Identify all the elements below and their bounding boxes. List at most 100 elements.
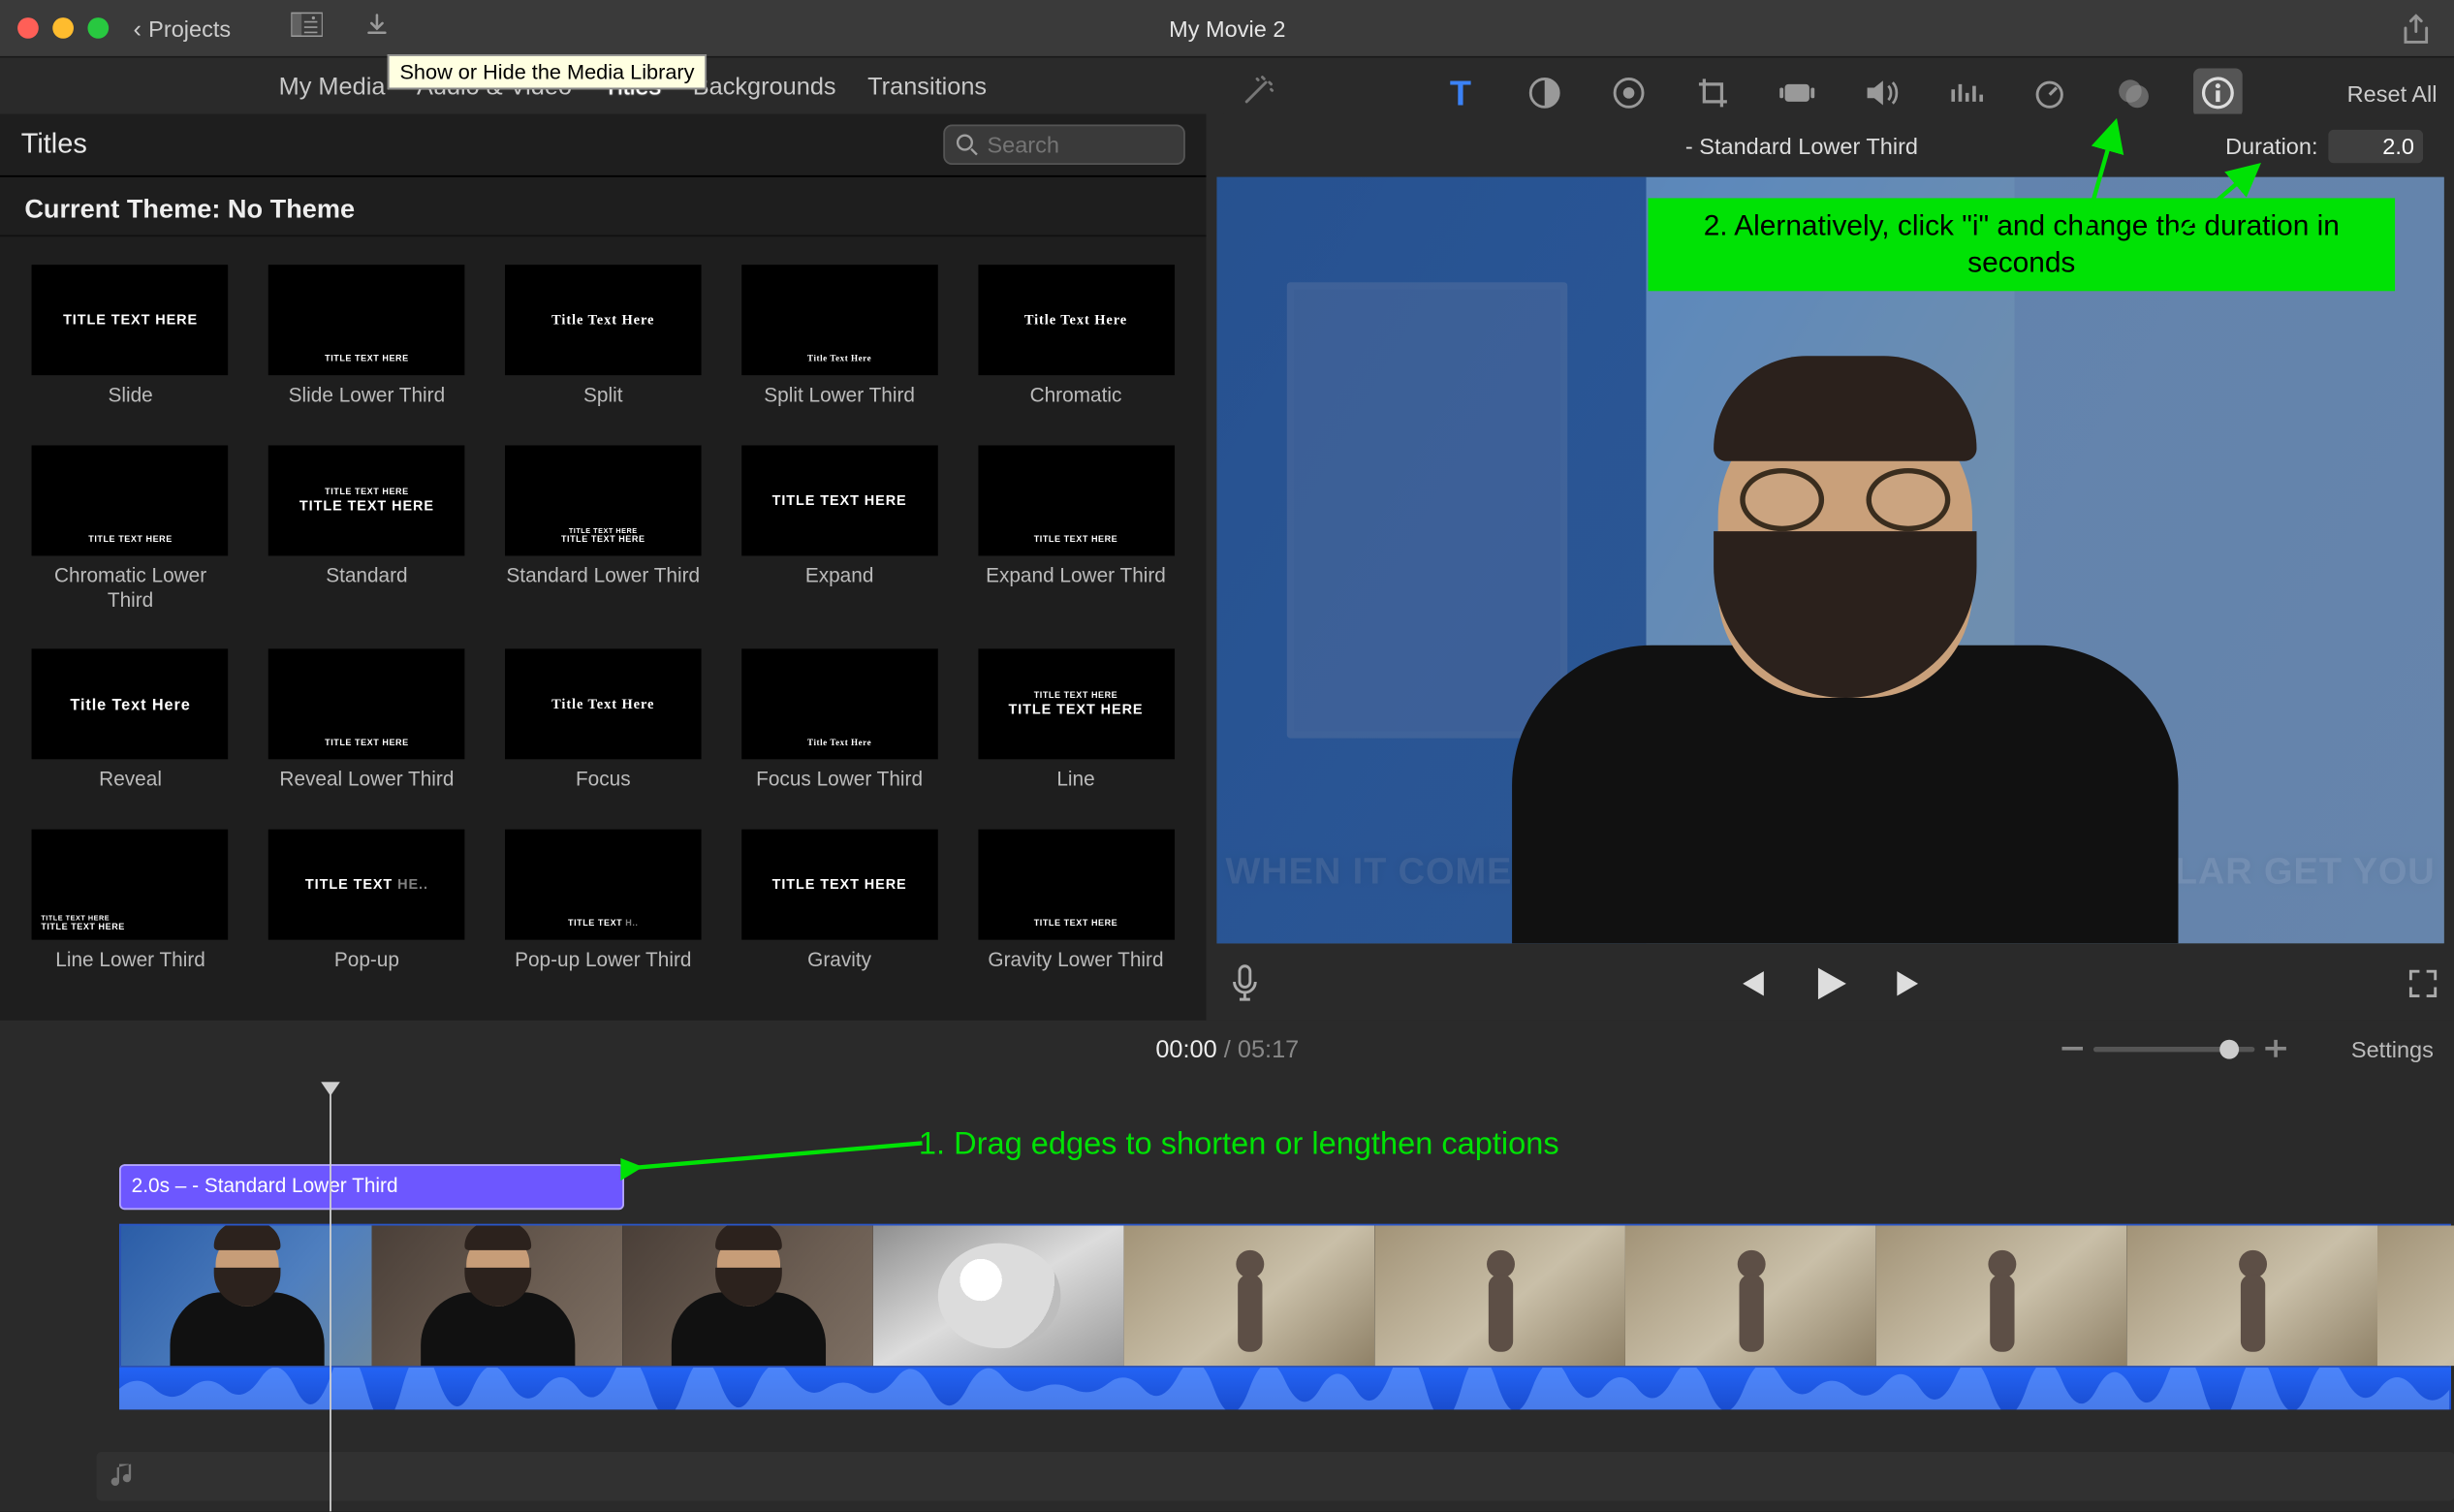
title-preset[interactable]: TITLE TEXT HEREExpand Lower Third <box>962 445 1188 614</box>
timeline-settings-button[interactable]: Settings <box>2351 1035 2434 1061</box>
title-preset-label: Expand Lower Third <box>986 566 1166 590</box>
back-to-projects-button[interactable]: ‹ Projects <box>133 14 231 42</box>
svg-text:T: T <box>1450 76 1471 110</box>
title-thumbnail: TITLE TEXT HERETITLE TEXT HERE <box>505 445 702 555</box>
annotation-arrow-2a <box>2069 115 2139 256</box>
timeline-thumbnail <box>622 1225 873 1366</box>
title-preset-label: Chromatic <box>1030 386 1122 410</box>
timeline-thumbnail <box>1625 1225 1876 1366</box>
title-preset[interactable]: TITLE TEXT H.. Pop-up Lower Third <box>490 830 716 975</box>
titles-grid: TITLE TEXT HERESlideTITLE TEXT HERESlide… <box>0 236 1207 1021</box>
title-thumbnail: Title Text Here <box>505 649 702 760</box>
timeline-zoom-slider[interactable] <box>2061 1040 2286 1057</box>
effects-icon[interactable] <box>2109 69 2158 118</box>
timeline-thumbnail <box>2126 1225 2377 1366</box>
prev-frame-button[interactable] <box>1732 967 1767 1008</box>
title-preset[interactable]: TITLE TEXT HERETITLE TEXT HERELine Lower… <box>17 830 243 975</box>
enhance-wand-icon[interactable] <box>1242 71 1276 114</box>
tab-my-media[interactable]: My Media <box>263 72 400 100</box>
color-balance-icon[interactable] <box>1520 69 1569 118</box>
title-preset[interactable]: TITLE TEXT HE.. Pop-up <box>254 830 480 975</box>
title-preset[interactable]: Title Text HereSplit <box>490 265 716 410</box>
transport-bar <box>1207 954 2454 1021</box>
inspector-toolbar: T <box>1436 69 2243 118</box>
title-thumbnail: Title Text Here <box>741 265 938 375</box>
timeline-thumbnail <box>873 1225 1124 1366</box>
audio-track[interactable] <box>119 1368 2451 1409</box>
zoom-out-icon <box>2061 1040 2083 1057</box>
search-input[interactable] <box>987 132 1173 158</box>
title-preset-label: Split <box>583 386 622 410</box>
play-button[interactable] <box>1813 963 1848 1011</box>
video-track[interactable] <box>119 1224 2451 1368</box>
crop-icon[interactable] <box>1688 69 1738 118</box>
title-preset[interactable]: TITLE TEXT HEREChromatic Lower Third <box>17 445 243 614</box>
share-icon[interactable] <box>2402 14 2430 54</box>
speed-icon[interactable] <box>2025 69 2074 118</box>
info-icon[interactable] <box>2193 69 2243 118</box>
reset-all-button[interactable]: Reset All <box>2347 79 2438 106</box>
window-titlebar: ‹ Projects My Movie 2 <box>0 0 2454 58</box>
title-thumbnail: TITLE TEXT HERE <box>32 265 229 375</box>
search-field[interactable] <box>943 124 1185 165</box>
fullscreen-window-button[interactable] <box>87 17 109 39</box>
title-preset[interactable]: TITLE TEXT HERETITLE TEXT HEREStandard <box>254 445 480 614</box>
title-preset[interactable]: Title Text HereReveal <box>17 649 243 795</box>
title-preset[interactable]: TITLE TEXT HERETITLE TEXT HEREStandard L… <box>490 445 716 614</box>
close-window-button[interactable] <box>17 17 39 39</box>
title-preset[interactable]: TITLE TEXT HERESlide Lower Third <box>254 265 480 410</box>
title-thumbnail: TITLE TEXT HERETITLE TEXT HERE <box>978 649 1175 760</box>
music-note-icon <box>110 1463 135 1491</box>
title-preset[interactable]: Title Text HereChromatic <box>962 265 1188 410</box>
import-icon[interactable] <box>361 12 393 45</box>
annotation-arrow-1 <box>620 1125 928 1181</box>
playhead[interactable] <box>330 1084 331 1511</box>
title-thumbnail: TITLE TEXT HERE <box>741 830 938 940</box>
tab-transitions[interactable]: Transitions <box>852 72 1002 100</box>
title-thumbnail: TITLE TEXT HE.. <box>268 830 465 940</box>
voiceover-mic-icon[interactable] <box>1231 963 1259 1011</box>
title-preset-label: Pop-up Lower Third <box>515 951 691 975</box>
title-preset[interactable]: TITLE TEXT HEREExpand <box>727 445 953 614</box>
title-preset[interactable]: Title Text HereSplit Lower Third <box>727 265 953 410</box>
volume-icon[interactable] <box>1857 69 1906 118</box>
title-preset-label: Gravity <box>807 951 871 975</box>
title-preset[interactable]: TITLE TEXT HEREGravity Lower Third <box>962 830 1188 975</box>
title-preset[interactable]: TITLE TEXT HERETITLE TEXT HERE Line <box>962 649 1188 795</box>
browser-section-title: Titles <box>21 129 87 161</box>
window-controls <box>17 17 109 39</box>
preview-viewer[interactable]: 2. Alernatively, click "i" and change th… <box>1216 177 2443 944</box>
music-track[interactable] <box>96 1452 2454 1501</box>
title-thumbnail: TITLE TEXT HERE <box>268 649 465 760</box>
title-preset-label: Chromatic Lower Third <box>29 566 233 614</box>
title-preset-label: Focus <box>576 771 631 795</box>
title-preset[interactable]: TITLE TEXT HERE Gravity <box>727 830 953 975</box>
back-label: Projects <box>148 15 231 41</box>
stabilize-icon[interactable] <box>1773 69 1822 118</box>
timeline-thumbnail <box>1124 1225 1375 1366</box>
title-thumbnail: TITLE TEXT HERE <box>741 445 938 555</box>
media-library-toggle-icon[interactable] <box>291 12 323 45</box>
timecode-display: 00:00 / 05:17 <box>1155 1034 1299 1062</box>
title-preset[interactable]: TITLE TEXT HEREReveal Lower Third <box>254 649 480 795</box>
title-preset[interactable]: Title Text HereFocus Lower Third <box>727 649 953 795</box>
title-preset[interactable]: TITLE TEXT HERESlide <box>17 265 243 410</box>
minimize-window-button[interactable] <box>52 17 74 39</box>
next-frame-button[interactable] <box>1894 967 1929 1008</box>
title-preset-label: Line <box>1056 771 1094 795</box>
color-wheel-icon[interactable] <box>1604 69 1653 118</box>
eq-icon[interactable] <box>1941 69 1991 118</box>
title-thumbnail: TITLE TEXT H.. <box>505 830 702 940</box>
title-preset[interactable]: Title Text Here Focus <box>490 649 716 795</box>
zoom-in-icon <box>2265 1040 2286 1057</box>
titles-browser: Titles Current Theme: No Theme TITLE TEX… <box>0 114 1207 1021</box>
title-clip[interactable]: 2.0s – - Standard Lower Third <box>119 1164 624 1210</box>
timeline-thumbnail <box>372 1225 623 1366</box>
timeline-thumbnail <box>2377 1225 2454 1366</box>
annotation-step-2: 2. Alernatively, click "i" and change th… <box>1648 198 2395 291</box>
text-icon[interactable]: T <box>1436 69 1486 118</box>
fullscreen-icon[interactable] <box>2409 968 2438 1005</box>
title-clip-label: 2.0s – - Standard Lower Third <box>132 1177 398 1198</box>
title-preset-label: Pop-up <box>334 951 399 975</box>
duration-field[interactable] <box>2328 129 2423 162</box>
